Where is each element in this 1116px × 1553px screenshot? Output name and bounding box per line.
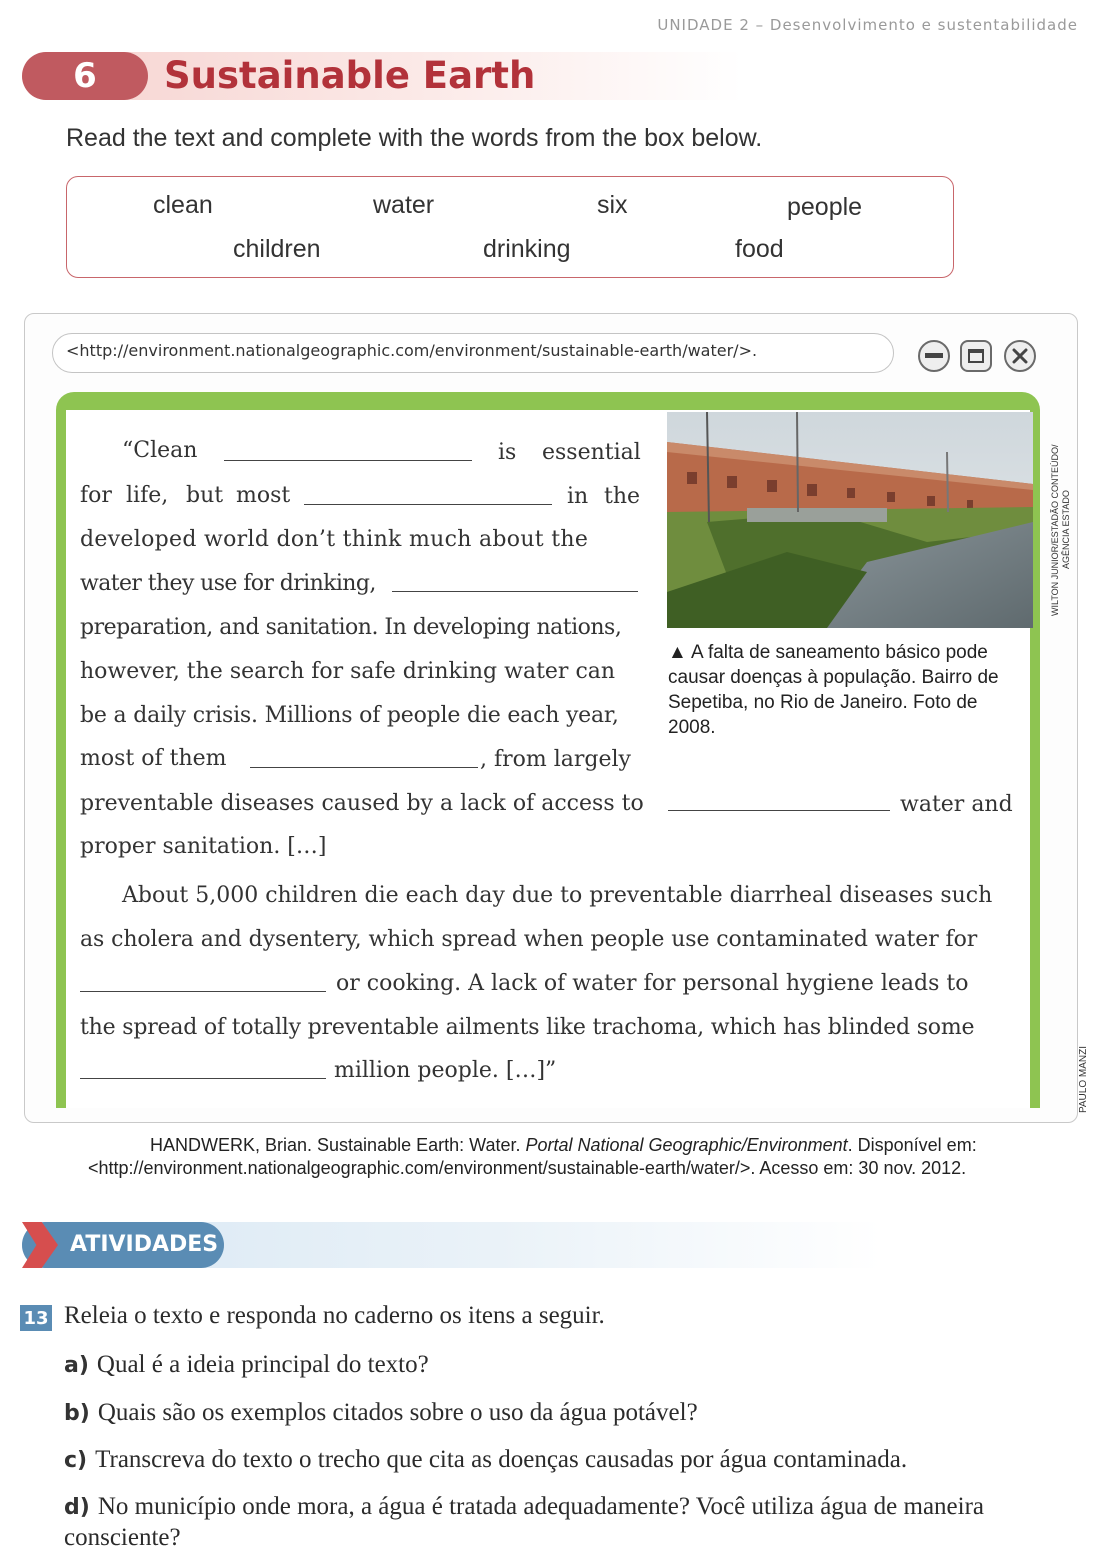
photo-credit: WILTON JUNIOR/ESTADÃO CONTEÚDO/ AGÊNCIA …: [1050, 444, 1071, 616]
text-line: is: [498, 440, 517, 465]
text-line: water and: [900, 792, 1013, 817]
answer-blank[interactable]: [250, 767, 478, 768]
text-line: water they use for drinking,: [80, 571, 376, 596]
word-box-item: drinking: [483, 235, 571, 263]
text-line: the spread of totally preventable ailmen…: [80, 1015, 975, 1040]
text-line: million people. […]”: [334, 1058, 557, 1083]
canal-photo: [667, 412, 1033, 628]
question-item: c) Transcreva do texto o trecho que cita …: [64, 1445, 907, 1476]
answer-blank[interactable]: [224, 460, 472, 461]
word-box-item: six: [597, 191, 628, 219]
item-text: Quais são os exemplos citados sobre o us…: [97, 1399, 698, 1426]
text-line: however, the search for safe drinking wa…: [80, 659, 616, 684]
text-line: for: [80, 483, 112, 508]
answer-blank[interactable]: [80, 991, 326, 992]
item-letter: d): [64, 1495, 90, 1520]
text-line: or cooking. A lack of water for personal…: [336, 971, 969, 996]
text-line: About 5,000 children die each day due to…: [122, 883, 993, 908]
text-line: preparation, and sanitation. In developi…: [80, 615, 622, 640]
word-box-item: food: [735, 235, 784, 263]
text-line: preventable diseases caused by a lack of…: [80, 791, 644, 816]
instruction: Read the text and complete with the word…: [66, 124, 763, 152]
text-line: life,: [126, 483, 169, 508]
minimize-icon[interactable]: [918, 340, 950, 372]
reference-line-1: HANDWERK, Brian. Sustainable Earth: Wate…: [150, 1135, 977, 1156]
word-box-item: clean: [153, 191, 213, 219]
text-line: , from largely: [480, 747, 631, 772]
maximize-icon[interactable]: [960, 340, 992, 372]
answer-blank[interactable]: [392, 591, 638, 592]
item-letter: a): [64, 1353, 89, 1378]
word-box-item: people: [787, 193, 863, 221]
activities-heading: ATIVIDADES: [70, 1232, 219, 1257]
answer-blank[interactable]: [668, 810, 890, 811]
question-number: 13: [20, 1305, 52, 1331]
unit-header: UNIDADE 2 – Desenvolvimento e sustentabi…: [657, 16, 1078, 34]
photo-caption: ▲ A falta de saneamento básico pode caus…: [668, 642, 999, 738]
question-text: Releia o texto e responda no caderno os …: [64, 1302, 605, 1329]
item-text: Qual é a ideia principal do texto?: [96, 1351, 429, 1378]
item-letter: c): [64, 1448, 88, 1473]
question-item: a) Qual é a ideia principal do texto?: [64, 1350, 429, 1381]
text-line: as cholera and dysentery, which spread w…: [80, 927, 978, 952]
reference-portal: Portal National Geographic/Environment: [525, 1135, 848, 1155]
section-title: Sustainable Earth: [164, 54, 536, 97]
section-number: 6: [22, 52, 148, 100]
illustration-credit: PAULO MANZI: [1078, 1046, 1089, 1114]
item-text: Transcreva do texto o trecho que cita as…: [95, 1446, 908, 1473]
text-line: “Clean: [122, 438, 198, 463]
word-box-item: water: [373, 191, 435, 219]
question-item: d) No município onde mora, a água é trata…: [64, 1492, 1054, 1553]
reference-availability: . Disponível em:: [847, 1135, 977, 1155]
text-line: developed world don’t think much about t…: [80, 527, 589, 552]
reference-line-2: <http://environment.nationalgeographic.c…: [88, 1158, 967, 1178]
item-text: No município onde mora, a água é tratada…: [64, 1493, 985, 1551]
text-line: but: [186, 483, 224, 508]
text-line: most: [236, 483, 291, 508]
reference-author: HANDWERK, Brian. Sustainable Earth: Wate…: [150, 1135, 526, 1155]
text-line: the: [604, 484, 641, 509]
text-line: most of them: [80, 746, 227, 771]
text-line: essential: [542, 440, 641, 465]
text-line: in: [567, 484, 589, 509]
text-line: proper sanitation. […]: [80, 834, 327, 859]
question-item: b) Quais são os exemplos citados sobre o …: [64, 1398, 698, 1429]
word-box-item: children: [233, 235, 321, 263]
answer-blank[interactable]: [80, 1078, 326, 1079]
close-icon[interactable]: [1004, 340, 1036, 372]
text-line: be a daily crisis. Millions of people di…: [80, 703, 619, 728]
answer-blank[interactable]: [304, 504, 552, 505]
url-text: <http://environment.nationalgeographic.c…: [66, 341, 758, 360]
word-box: clean water six people children drinking…: [66, 176, 954, 278]
item-letter: b): [64, 1401, 90, 1426]
